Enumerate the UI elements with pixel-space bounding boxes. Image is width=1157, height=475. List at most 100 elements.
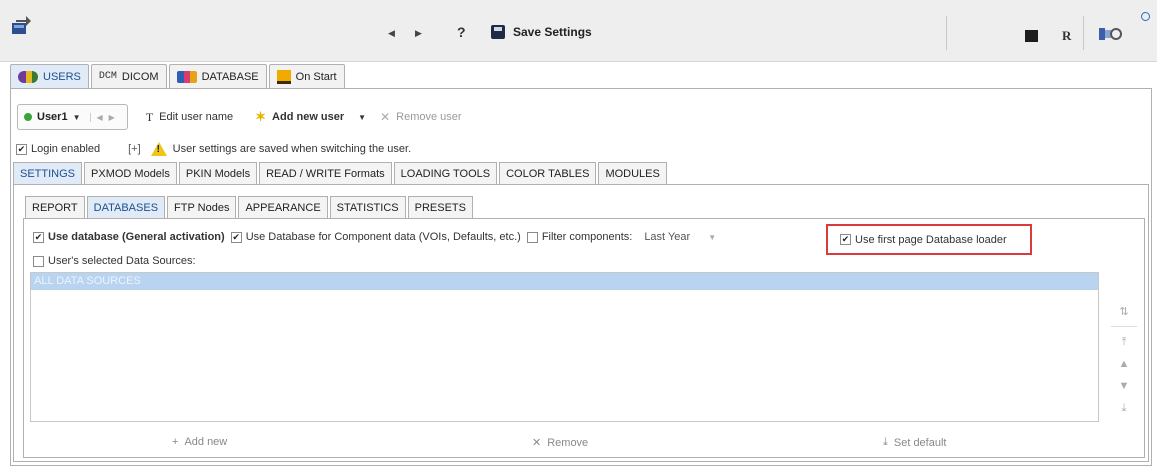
- first-page-loader-checkbox[interactable]: ✔: [840, 234, 851, 245]
- toolbar-separator: [946, 16, 947, 50]
- list-side-buttons: ⇅ ⤒ ▲ ▼ ⤓: [1108, 300, 1140, 419]
- window-dot-icon[interactable]: [1141, 12, 1150, 21]
- tab-appearance[interactable]: APPEARANCE: [238, 196, 328, 218]
- tab-read-write-formats[interactable]: READ / WRITE Formats: [259, 162, 392, 184]
- selected-sources-checkbox[interactable]: [33, 255, 44, 267]
- r-button[interactable]: R: [1062, 28, 1071, 44]
- tab-users[interactable]: USERS: [10, 64, 89, 88]
- data-sources-list[interactable]: ALL DATA SOURCES: [30, 272, 1099, 422]
- add-new-user-button[interactable]: ✶ Add new user: [255, 109, 344, 125]
- on-start-icon: [276, 69, 291, 84]
- tab-on-start[interactable]: On Start: [268, 64, 345, 88]
- back-arrow-icon[interactable]: ◀: [388, 28, 395, 39]
- forward-arrow-icon[interactable]: ▶: [415, 28, 422, 39]
- add-new-label: Add new: [184, 436, 228, 448]
- user-status-dot-icon: [24, 113, 32, 121]
- first-page-loader-label: Use first page Database loader: [855, 233, 1007, 246]
- tab-dicom[interactable]: DCM DICOM: [90, 64, 167, 88]
- plus-icon: +: [172, 436, 179, 448]
- current-user-name: User1: [37, 111, 68, 123]
- main-tabs: USERS DCM DICOM DATABASE On Start: [10, 64, 345, 88]
- database-options: ✔ Use database (General activation) ✔ Us…: [33, 231, 716, 243]
- tab-modules[interactable]: MODULES: [598, 162, 667, 184]
- separator: [1111, 326, 1137, 327]
- selected-sources-label: User's selected Data Sources:: [48, 255, 196, 267]
- move-top-icon[interactable]: ⤒: [1122, 331, 1127, 353]
- chevron-down-icon: ▼: [72, 112, 81, 122]
- user-nav-arrows-icon[interactable]: ◀▶: [89, 112, 121, 122]
- use-database-option[interactable]: ✔ Use database (General activation): [33, 231, 225, 243]
- use-component-label: Use Database for Component data (VOIs, D…: [245, 231, 521, 243]
- console-icon[interactable]: [1025, 30, 1038, 42]
- use-component-checkbox[interactable]: ✔: [230, 231, 242, 243]
- warning-icon: [150, 142, 167, 156]
- dcm-icon: DCM: [98, 71, 117, 82]
- chevron-down-icon[interactable]: ▼: [708, 233, 716, 242]
- remove-button[interactable]: ✕ Remove: [532, 436, 589, 450]
- tab-report[interactable]: REPORT: [25, 196, 85, 218]
- save-settings-label: Save Settings: [513, 25, 592, 39]
- filter-period-select[interactable]: Last Year: [644, 231, 690, 243]
- tab-ftp-nodes[interactable]: FTP Nodes: [167, 196, 237, 218]
- login-enabled-label: Login enabled: [31, 143, 101, 155]
- settings-sub-tabs: REPORT DATABASES FTP Nodes APPEARANCE ST…: [25, 196, 473, 218]
- save-disk-icon: [491, 25, 505, 39]
- login-row: ✔ Login enabled [+] User settings are sa…: [16, 142, 411, 156]
- top-toolbar: ◀ ▶ ? Save Settings R: [0, 0, 1157, 62]
- login-enabled-checkbox[interactable]: ✔: [16, 143, 27, 155]
- expand-bracket-button[interactable]: [+]: [128, 143, 141, 155]
- help-button[interactable]: ?: [457, 24, 466, 40]
- filter-components-option[interactable]: Filter components:: [526, 231, 633, 243]
- selected-sources-row: User's selected Data Sources:: [33, 255, 196, 267]
- switch-user-warning: User settings are saved when switching t…: [172, 143, 412, 155]
- settings-tabs: SETTINGS PXMOD Models PKIN Models READ /…: [13, 162, 667, 184]
- filter-components-label: Filter components:: [541, 231, 633, 243]
- edit-user-name-button[interactable]: T Edit user name: [146, 110, 233, 125]
- tab-color-tables[interactable]: COLOR TABLES: [499, 162, 597, 184]
- remove-label: Remove: [547, 436, 589, 449]
- export-arrow-icon[interactable]: [10, 14, 32, 36]
- tab-databases[interactable]: DATABASES: [86, 196, 166, 218]
- use-component-option[interactable]: ✔ Use Database for Component data (VOIs,…: [230, 231, 521, 243]
- tab-pkin-models[interactable]: PKIN Models: [178, 162, 258, 184]
- user-controls: User1 ▼ ◀▶ T Edit user name ✶ Add new us…: [17, 104, 462, 130]
- database-icon: [176, 70, 197, 83]
- save-settings-button[interactable]: Save Settings: [491, 25, 592, 39]
- tab-pxmod-models[interactable]: PXMOD Models: [84, 162, 177, 184]
- move-down-icon[interactable]: ▼: [1119, 375, 1130, 397]
- tab-settings[interactable]: SETTINGS: [13, 162, 83, 184]
- set-default-label: Set default: [893, 436, 947, 449]
- add-user-dropdown-icon[interactable]: ▼: [358, 113, 366, 122]
- set-default-button[interactable]: ⤓ Set default: [883, 436, 946, 449]
- sort-icon[interactable]: ⇅: [1119, 300, 1128, 322]
- first-page-loader-highlight: ✔ Use first page Database loader: [826, 224, 1032, 255]
- sparkle-icon: ✶: [255, 109, 267, 124]
- set-default-icon: ⤓: [883, 436, 888, 448]
- close-icon: ✕: [532, 437, 542, 449]
- filter-components-checkbox[interactable]: [526, 231, 538, 243]
- remove-user-label: Remove user: [396, 111, 462, 123]
- plugin-icon[interactable]: [1098, 24, 1122, 44]
- close-icon: ✕: [380, 110, 391, 124]
- toolbar-separator: [1083, 16, 1084, 50]
- add-new-user-label: Add new user: [272, 111, 345, 123]
- tab-presets[interactable]: PRESETS: [407, 196, 473, 218]
- tab-users-label: USERS: [43, 70, 81, 83]
- use-database-label: Use database (General activation): [48, 231, 225, 243]
- user-select[interactable]: User1 ▼ ◀▶: [17, 104, 128, 130]
- remove-user-button[interactable]: ✕ Remove user: [380, 110, 461, 124]
- move-up-icon[interactable]: ▲: [1119, 353, 1130, 375]
- list-item[interactable]: ALL DATA SOURCES: [31, 273, 1098, 290]
- users-icon: [18, 70, 38, 83]
- move-bottom-icon[interactable]: ⤓: [1122, 397, 1127, 419]
- add-new-button[interactable]: + Add new: [172, 436, 227, 448]
- tab-database-label: DATABASE: [201, 70, 259, 83]
- tab-on-start-label: On Start: [295, 70, 337, 83]
- use-database-checkbox[interactable]: ✔: [33, 231, 44, 243]
- edit-user-name-label: Edit user name: [159, 111, 234, 123]
- tab-database[interactable]: DATABASE: [168, 64, 267, 88]
- tab-loading-tools[interactable]: LOADING TOOLS: [393, 162, 498, 184]
- tab-statistics[interactable]: STATISTICS: [329, 196, 406, 218]
- tab-dicom-label: DICOM: [121, 70, 159, 83]
- text-icon: T: [145, 109, 154, 124]
